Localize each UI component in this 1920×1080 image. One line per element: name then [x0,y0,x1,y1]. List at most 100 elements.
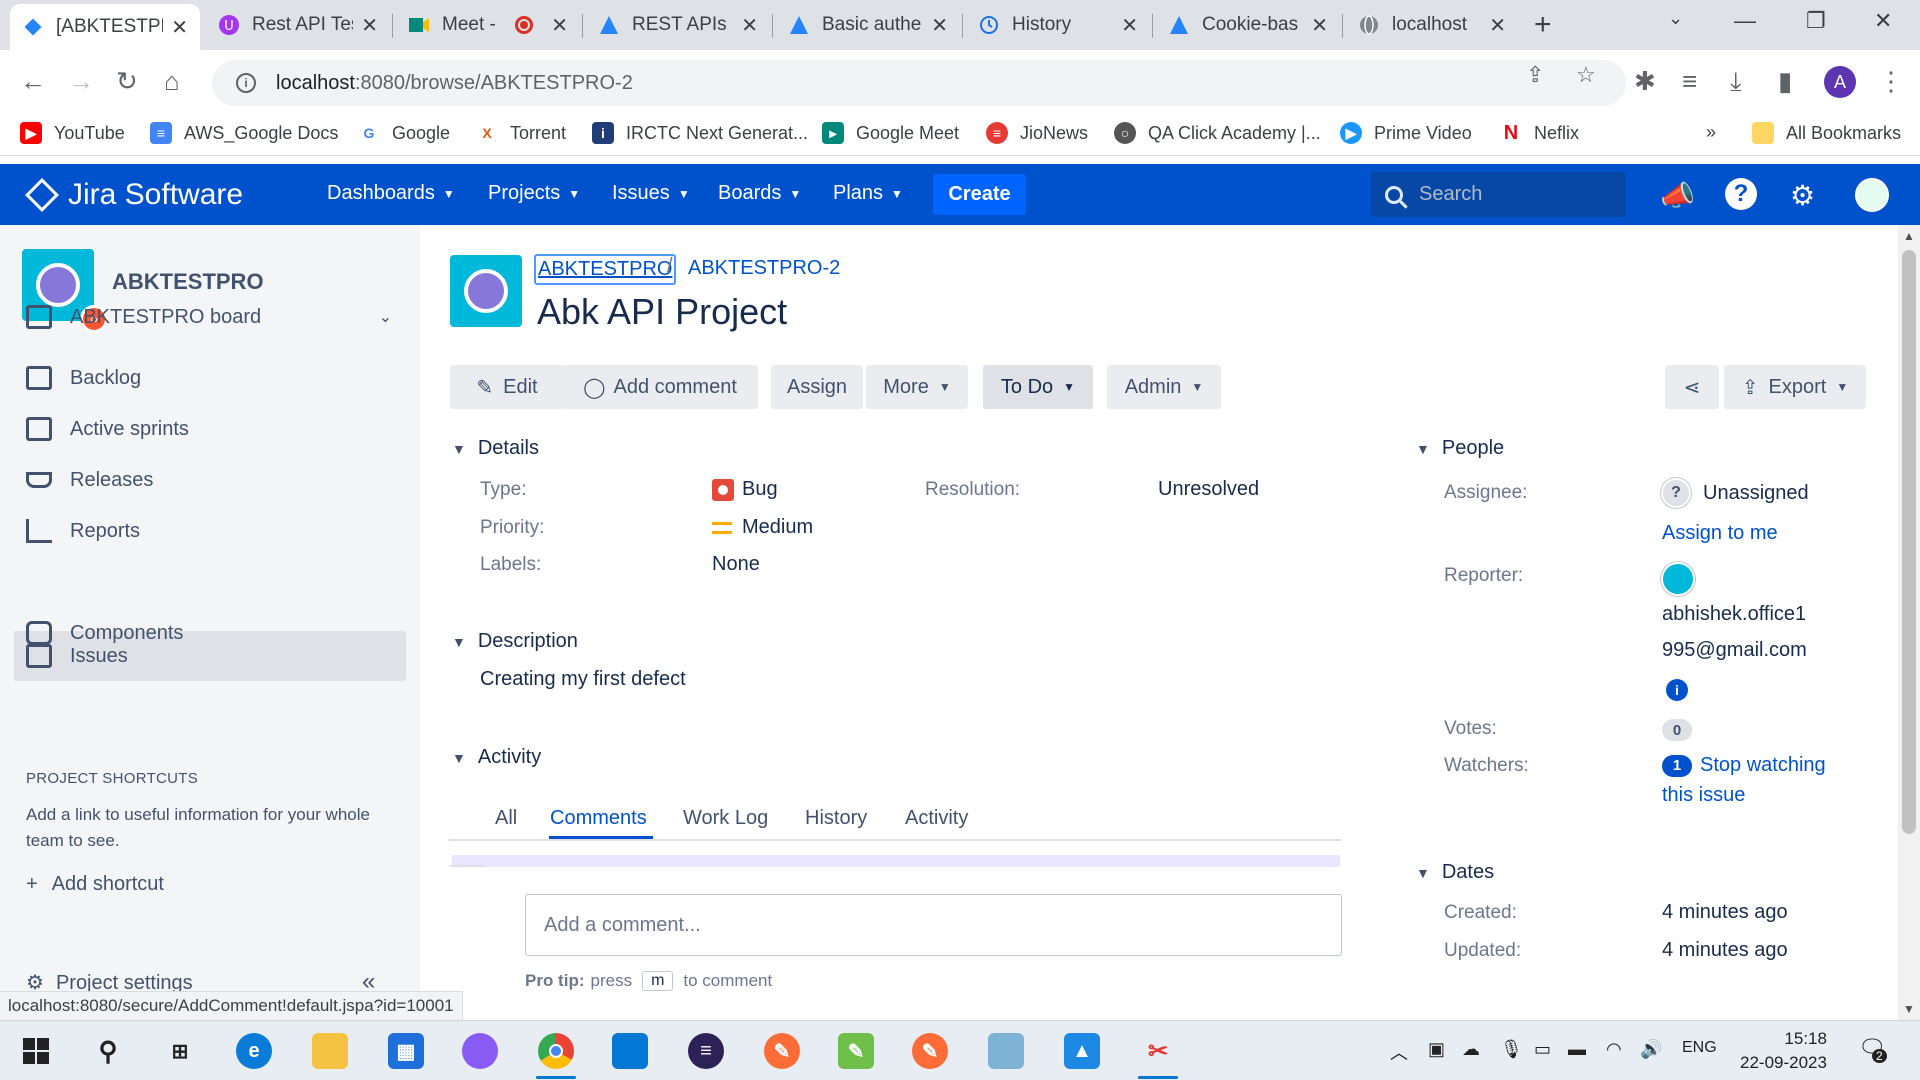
restore-icon[interactable]: ❐ [1806,8,1826,34]
tab-rest-apis[interactable]: REST APIs ✕ [586,0,770,50]
eclipse-icon[interactable]: ≡ [688,1033,724,1069]
sidebar-item-active-sprints[interactable]: Active sprints [14,404,406,454]
bookmark-netflix[interactable]: N Neflix [1500,122,1579,144]
bookmark-google-meet[interactable]: ▸ Google Meet [822,122,959,144]
scroll-down-icon[interactable]: ▼ [1903,1002,1915,1016]
sidebar-item-components[interactable]: Components [14,608,406,658]
language-indicator[interactable]: ENG [1682,1039,1717,1057]
close-icon[interactable]: ✕ [931,13,948,38]
postman-icon[interactable]: ✎ [764,1033,800,1069]
tab-rest-api[interactable]: U Rest API Tes ✕ [206,0,390,50]
windows-start-icon[interactable] [18,1033,54,1069]
tab-activity[interactable]: Activity [905,807,968,830]
user-avatar[interactable] [1855,178,1889,212]
scrollbar-thumb[interactable] [1902,250,1916,834]
snipping-tool-icon[interactable]: ✂ [1140,1033,1176,1069]
gear-icon[interactable]: ⚙ [1790,179,1815,212]
sidepanel-icon[interactable]: ▮ [1778,66,1792,97]
edge-icon[interactable]: e [236,1033,272,1069]
breadcrumb-project[interactable]: ABKTESTPRO [534,254,677,285]
display-icon[interactable]: ▭ [1534,1039,1551,1060]
search-icon[interactable]: ⚲ [90,1033,126,1069]
sidebar-item-reports[interactable]: Reports [14,506,406,556]
all-bookmarks-button[interactable]: All Bookmarks [1752,122,1901,144]
close-icon[interactable]: ✕ [741,13,758,38]
sidebar-item-board[interactable]: ABKTESTPRO board ⌄ [14,292,406,342]
bookmark-irctc[interactable]: i IRCTC Next Generat... [592,122,808,144]
bookmark-qa-click[interactable]: ○ QA Click Academy |... [1114,122,1321,144]
edit-button[interactable]: ✎ Edit [450,365,564,409]
postman-alt-icon[interactable]: ✎ [912,1033,948,1069]
assign-to-me-link[interactable]: Assign to me [1662,522,1778,545]
stop-watching-link-line2[interactable]: this issue [1662,784,1745,807]
description-section-header[interactable]: ▼ Description [452,630,578,653]
tab-all[interactable]: All [495,807,517,830]
share-icon[interactable]: ⇪ [1526,62,1544,88]
bookmark-google[interactable]: G Google [358,122,450,144]
tab-jira-issue[interactable]: [ABKTESTPRO ✕ [10,4,200,50]
reporter-name-line1[interactable]: abhishek.office1 [1662,603,1806,626]
onedrive-icon[interactable]: ☁ [1462,1039,1480,1060]
close-icon[interactable]: ✕ [361,13,378,38]
notepad-icon[interactable]: ✎ [838,1033,874,1069]
info-icon[interactable]: i [1666,679,1688,701]
sidebar-item-releases[interactable]: Releases [14,455,406,505]
more-button[interactable]: More ▼ [866,365,968,409]
breadcrumb-issue-key[interactable]: ABKTESTPRO-2 [688,257,840,280]
bookmark-aws-docs[interactable]: ≡ AWS_Google Docs [150,122,338,144]
stop-watching-link[interactable]: Stop watching [1700,754,1826,777]
scroll-up-icon[interactable]: ▲ [1903,229,1915,243]
more-bookmarks-button[interactable]: » [1706,122,1716,143]
close-icon[interactable]: ✕ [171,15,188,40]
page-scrollbar[interactable]: ▲ ▼ [1898,225,1920,1020]
comment-input[interactable]: Add a comment... [525,894,1342,956]
watchers-count[interactable]: 1 [1662,754,1692,777]
help-icon[interactable]: ? [1725,178,1757,210]
microphone-icon[interactable]: 🎙 [1500,1039,1523,1060]
tab-history[interactable]: History ✕ [966,0,1150,50]
extensions-icon[interactable]: ✱ [1634,66,1656,97]
export-button[interactable]: ⇪ Export ▼ [1724,365,1866,409]
download-icon[interactable]: ⤓ [1730,66,1742,98]
close-icon[interactable]: ✕ [1121,13,1138,38]
megaphone-icon[interactable]: 📣 [1660,179,1695,212]
dates-section-header[interactable]: ▼ Dates [1416,861,1494,884]
tray-app-icon[interactable]: ▣ [1428,1039,1445,1060]
description-text[interactable]: Creating my first defect [480,668,686,691]
forward-icon[interactable]: → [68,66,94,97]
votes-value[interactable]: 0 [1662,719,1692,741]
project-avatar[interactable] [450,255,522,327]
tab-search-chevron-icon[interactable]: ⌄ [1668,8,1683,29]
chevron-up-icon[interactable]: ︿ [1390,1039,1408,1065]
tab-cookie[interactable]: Cookie-bas ✕ [1156,0,1340,50]
tab-basic-auth[interactable]: Basic authe ✕ [776,0,960,50]
close-icon[interactable]: ✕ [1489,13,1506,38]
nav-issues[interactable]: Issues ▼ [612,182,690,205]
clock[interactable]: 15:18 22-09-2023 [1740,1027,1827,1075]
create-button[interactable]: Create [933,174,1026,215]
home-icon[interactable]: ⌂ [164,66,180,97]
copilot-icon[interactable] [462,1033,498,1069]
tab-meet[interactable]: Meet - ✕ [396,0,580,50]
reporter-name-line2[interactable]: 995@gmail.com [1662,639,1807,662]
bookmark-prime-video[interactable]: ▶ Prime Video [1340,122,1472,144]
url-bar[interactable]: i localhost:8080/browse/ABKTESTPRO-2 [212,60,1626,106]
search-input[interactable]: Search [1371,172,1626,217]
star-icon[interactable]: ☆ [1576,62,1596,88]
nav-plans[interactable]: Plans ▼ [833,182,903,205]
tab-work-log[interactable]: Work Log [683,807,768,830]
notification-icon[interactable]: 🗨 2 [1858,1035,1887,1063]
close-icon[interactable]: ✕ [551,13,568,38]
battery-icon[interactable]: ▬ [1568,1039,1586,1060]
file-explorer-icon[interactable] [312,1033,348,1069]
task-view-icon[interactable]: ⊞ [162,1033,198,1069]
tab-localhost[interactable]: localhost ✕ [1346,0,1518,50]
tab-history[interactable]: History [805,807,867,830]
store-icon[interactable]: ▦ [388,1033,424,1069]
bookmark-jionews[interactable]: ≡ JioNews [986,122,1088,144]
reporter-avatar[interactable] [1661,562,1695,596]
add-shortcut-button[interactable]: + Add shortcut [26,873,164,896]
people-section-header[interactable]: ▼ People [1416,437,1504,460]
desktop-app-icon[interactable] [612,1033,648,1069]
notebook-icon[interactable] [988,1033,1024,1069]
